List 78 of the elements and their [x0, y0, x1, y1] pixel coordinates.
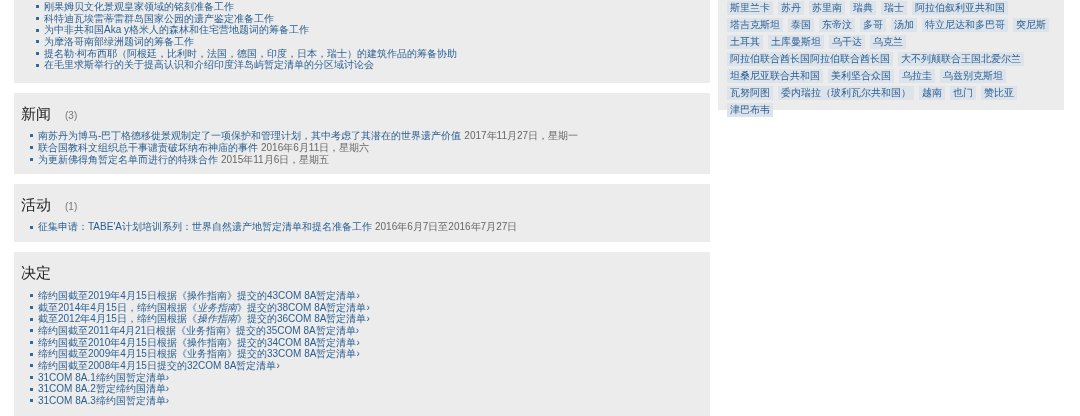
count-text: (3): [65, 109, 78, 124]
link[interactable]: 截至2012年4月15日，缔约国根据《操作指南》提交的36COM 8A暂定清单›: [38, 313, 370, 325]
bullet-icon: [30, 399, 33, 403]
bullet-icon: [30, 225, 33, 229]
country-tag[interactable]: 津巴布韦: [727, 103, 773, 117]
link[interactable]: 为更新佛得角暂定名单而进行的特殊合作: [38, 153, 218, 166]
country-tag[interactable]: 东帝汶: [819, 18, 855, 32]
country-tag[interactable]: 突尼斯: [1013, 18, 1049, 32]
link[interactable]: 为摩洛哥南部绿洲题词的筹备工作: [44, 36, 194, 48]
link[interactable]: 为中非共和国Aka y格米人的森林和住宅营地题词的筹备工作: [44, 24, 309, 37]
link[interactable]: 征集申请：TABE'A计划培训系列：世界自然遗产地暂定清单和提名准备工作: [38, 221, 372, 233]
country-tag[interactable]: 乌克兰: [870, 35, 906, 49]
date-text: 2017年11月27日，星期一: [464, 130, 579, 142]
country-tag[interactable]: 斯里兰卡: [727, 1, 773, 15]
bullet-icon: [30, 340, 33, 344]
country-tag[interactable]: 也门: [950, 86, 976, 100]
country-tag[interactable]: 瑞典: [850, 1, 876, 15]
bullet-icon: [30, 157, 33, 161]
country-tag[interactable]: 土耳其: [727, 35, 763, 49]
bullet-icon: [30, 387, 33, 391]
country-tag[interactable]: 阿拉伯叙利亚共和国: [912, 1, 1008, 15]
bullet-icon: [30, 134, 33, 138]
date-text: 2015年11月6日，星期五: [221, 153, 330, 166]
country-tag[interactable]: 乌兹别克斯坦: [940, 69, 1006, 83]
country-tag[interactable]: 乌干达: [829, 35, 865, 49]
bullet-icon: [30, 317, 33, 321]
link[interactable]: 提名勒·柯布西耶（阿根廷，比利时，法国，德国，印度，日本，瑞士）的建筑作品的筹备协助: [44, 47, 458, 60]
count-text: (1): [65, 200, 78, 215]
section-heading: 活动: [21, 195, 51, 216]
country-tag[interactable]: 多哥: [860, 18, 886, 32]
link[interactable]: 刚果姆贝文化景观皇家领域的铭刻准备工作: [44, 1, 234, 13]
country-tag[interactable]: 阿拉伯联合酋长国阿拉伯联合酋长国: [727, 52, 893, 66]
country-tag[interactable]: 塔吉克斯坦: [727, 18, 783, 32]
bullet-icon: [36, 17, 39, 21]
link[interactable]: 截至2014年4月15日，缔约国根据《业务指南》提交的38COM 8A暂定清单›: [38, 301, 370, 314]
date-text: 2016年6月7日至2016年7月27日: [374, 221, 518, 233]
country-tag[interactable]: 赞比亚: [981, 86, 1017, 100]
link[interactable]: 缔约国截至2008年4月15日提交的32COM 8A暂定清单›: [38, 360, 280, 372]
bullet-icon: [30, 352, 33, 356]
bullet-icon: [36, 5, 39, 9]
bullet-icon: [30, 364, 33, 368]
country-tag[interactable]: 美利坚合众国: [828, 69, 894, 83]
bullet-icon: [30, 376, 33, 380]
section-heading: 新闻: [21, 104, 51, 125]
bullet-icon: [30, 294, 33, 298]
bullet-icon: [30, 305, 33, 309]
country-tag[interactable]: 坦桑尼亚联合共和国: [727, 69, 823, 83]
link[interactable]: 在毛里求斯举行的关于提高认识和介绍印度洋岛屿暂定清单的分区域讨论会: [44, 59, 374, 72]
date-text: 2016年6月11日，星期六: [261, 141, 370, 154]
country-tag[interactable]: 特立尼达和多巴哥: [922, 18, 1008, 32]
bullet-icon: [36, 28, 39, 32]
link[interactable]: 南苏丹为博马-巴丁格德移徙景观制定了一项保护和管理计划，其中考虑了其潜在的世界遗产价值: [38, 130, 462, 142]
link[interactable]: 31COM 8A.2暂定缔约国清单›: [38, 383, 170, 396]
country-tag[interactable]: 乌拉圭: [899, 69, 935, 83]
link[interactable]: 缔约国截至2019年4月15日根据《操作指南》提交的43COM 8A暂定清单›: [38, 289, 360, 302]
bullet-icon: [30, 329, 33, 333]
link[interactable]: 31COM 8A.1缔约国暂定清单›: [38, 371, 170, 384]
link[interactable]: 联合国教科文组织总干事谴责破坏纳布神庙的事件: [38, 141, 258, 154]
section-heading: 决定: [21, 262, 51, 283]
bullet-icon: [36, 40, 39, 44]
link[interactable]: 科特迪瓦埃雷蒂雷群岛国家公园的遗产鉴定准备工作: [44, 12, 274, 25]
country-tag[interactable]: 苏里南: [809, 1, 845, 15]
link[interactable]: 缔约国截至2009年4月15日根据《业务指南》提交的33COM 8A暂定清单›: [38, 348, 360, 360]
country-tag[interactable]: 苏丹: [778, 1, 804, 15]
link[interactable]: 缔约国截至2010年4月15日根据《操作指南》提交的34COM 8A暂定清单›: [38, 336, 360, 349]
bullet-icon: [36, 52, 39, 56]
country-tag[interactable]: 瓦努阿图: [727, 86, 773, 100]
link[interactable]: 缔约国截至2011年4月21日根据《业务指南》提交的35COM 8A暂定清单›: [38, 324, 359, 337]
country-tag[interactable]: 泰国: [788, 18, 814, 32]
country-tag[interactable]: 大不列颠联合王国北爱尔兰: [898, 52, 1024, 66]
country-tag[interactable]: 土库曼斯坦: [768, 35, 824, 49]
country-tag[interactable]: 越南: [919, 86, 945, 100]
country-tag[interactable]: 委内瑞拉（玻利瓦尔共和国）: [778, 86, 914, 100]
link[interactable]: 31COM 8A.3缔约国暂定清单›: [38, 395, 170, 407]
bullet-icon: [36, 63, 39, 67]
country-tag[interactable]: 瑞士: [881, 1, 907, 15]
country-tag[interactable]: 汤加: [891, 18, 917, 32]
bullet-icon: [30, 146, 33, 150]
